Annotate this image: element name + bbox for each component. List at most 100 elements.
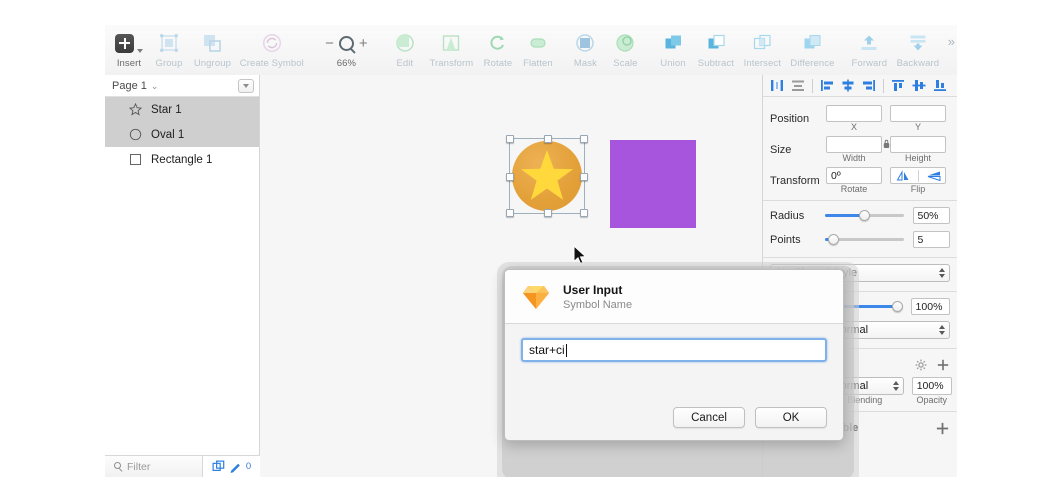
layer-item-oval-1[interactable]: Oval 1 — [105, 122, 259, 147]
backward-icon — [907, 30, 929, 56]
resize-handle-w[interactable] — [506, 173, 514, 181]
toolbar-button-ungroup[interactable]: Ungroup — [189, 30, 236, 69]
position-x-input[interactable] — [826, 105, 882, 122]
plus-icon[interactable] — [937, 359, 949, 371]
symbol-name-value: star+ci — [529, 343, 565, 357]
toolbar-button-edit[interactable]: Edit — [385, 30, 425, 69]
align-bottom-icon[interactable] — [930, 77, 950, 95]
zoom-out-icon[interactable]: − — [325, 36, 334, 51]
toolbar-label-intersect: Intersect — [744, 58, 781, 69]
toolbar-button-forward[interactable]: Forward — [847, 30, 892, 69]
page-dropdown-button[interactable] — [238, 79, 254, 93]
align-center-icon[interactable] — [838, 77, 858, 95]
resize-handle-sw[interactable] — [506, 209, 514, 217]
layer-item-star-1[interactable]: Star 1 — [105, 97, 259, 122]
toolbar-label-union: Union — [660, 58, 685, 69]
toolbar-button-mask[interactable]: Mask — [565, 30, 605, 69]
align-middle-icon[interactable] — [909, 77, 929, 95]
layer-name: Oval 1 — [151, 129, 184, 141]
star-icon — [129, 103, 142, 116]
points-slider[interactable] — [825, 234, 904, 246]
flip-vertical-icon[interactable] — [926, 170, 942, 182]
page-name-label: Page 1 — [112, 80, 147, 92]
resize-handle-s[interactable] — [544, 209, 552, 217]
resize-handle-ne[interactable] — [580, 135, 588, 143]
rotate-label: Rotate — [826, 184, 882, 194]
transform-icon — [440, 30, 462, 56]
toolbar-button-group[interactable]: Group — [149, 30, 189, 69]
sketch-diamond-icon — [521, 283, 551, 311]
size-height-input[interactable] — [890, 136, 946, 153]
opacity-value[interactable]: 100% — [911, 298, 950, 315]
toolbar-label-forward: Forward — [852, 58, 888, 69]
layer-item-rectangle-1[interactable]: Rectangle 1 — [105, 147, 259, 172]
pencil-icon[interactable] — [229, 460, 242, 473]
ok-button[interactable]: OK — [755, 407, 827, 428]
zoom-in-icon[interactable]: + — [359, 36, 368, 51]
toolbar-button-subtract[interactable]: Subtract — [693, 30, 739, 69]
create-symbol-icon — [261, 30, 283, 56]
toolbar-overflow-button[interactable]: » — [944, 30, 957, 49]
plus-icon[interactable] — [936, 422, 949, 435]
gear-icon[interactable] — [915, 359, 927, 371]
align-toolbar — [763, 75, 957, 97]
toolbar-button-rotate[interactable]: Rotate — [478, 30, 518, 69]
duplicate-icon[interactable] — [212, 460, 225, 473]
fill-opacity-input[interactable]: 100% — [912, 377, 952, 395]
dialog-body: star+ci — [505, 324, 843, 362]
user-input-dialog: User Input Symbol Name star+ci Cancel OK — [504, 269, 844, 441]
intersect-icon — [751, 30, 773, 56]
toolbar-button-scale[interactable]: Scale — [605, 30, 645, 69]
resize-handle-n[interactable] — [544, 135, 552, 143]
position-x-label: X — [826, 122, 882, 132]
position-y-input[interactable] — [890, 105, 946, 122]
toolbar-button-difference[interactable]: Difference — [786, 30, 839, 69]
canvas-shape-rectangle[interactable] — [610, 140, 696, 228]
points-label: Points — [770, 234, 825, 246]
mask-icon — [574, 30, 596, 56]
align-right-icon[interactable] — [859, 77, 879, 95]
radius-value[interactable]: 50% — [913, 207, 950, 224]
size-width-input[interactable] — [826, 136, 882, 153]
toolbar-button-backward[interactable]: Backward — [892, 30, 944, 69]
page-selector-bar[interactable]: Page 1 ⌄ — [105, 75, 259, 97]
toolbar-button-insert[interactable]: Insert — [109, 30, 149, 69]
union-icon — [662, 30, 684, 56]
resize-handle-e[interactable] — [580, 173, 588, 181]
points-value[interactable]: 5 — [913, 231, 950, 248]
distribute-vertical-icon[interactable] — [788, 77, 808, 95]
resize-handle-nw[interactable] — [506, 135, 514, 143]
toolbar-button-create-symbol[interactable]: Create Symbol — [236, 30, 308, 69]
flatten-icon — [527, 30, 549, 56]
difference-icon — [801, 30, 823, 56]
chevron-updown-icon — [893, 381, 899, 391]
lock-icon[interactable] — [883, 139, 890, 149]
rotate-icon — [487, 30, 509, 56]
resize-handle-se[interactable] — [580, 209, 588, 217]
magnifier-icon[interactable] — [339, 36, 354, 51]
dialog-subtitle: Symbol Name — [563, 299, 632, 311]
layer-name: Rectangle 1 — [151, 154, 212, 166]
cancel-button[interactable]: Cancel — [673, 407, 745, 428]
toolbar-button-union[interactable]: Union — [653, 30, 693, 69]
chevron-updown-icon — [939, 325, 945, 335]
flip-horizontal-icon[interactable] — [895, 170, 911, 182]
main-toolbar: Insert Group Ungroup — [105, 25, 957, 75]
align-left-icon[interactable] — [817, 77, 837, 95]
toolbar-button-intersect[interactable]: Intersect — [739, 30, 786, 69]
zoom-controls[interactable]: − + 66% — [315, 30, 377, 69]
ungroup-icon — [201, 30, 223, 56]
rotate-input[interactable]: 0º — [826, 167, 882, 184]
toolbar-button-flatten[interactable]: Flatten — [518, 30, 558, 69]
toolbar-button-transform[interactable]: Transform — [425, 30, 478, 69]
distribute-horizontal-icon[interactable] — [767, 77, 787, 95]
align-top-icon[interactable] — [888, 77, 908, 95]
zoom-level-label: 66% — [337, 58, 356, 69]
filter-input[interactable]: Filter — [105, 456, 202, 477]
radius-label: Radius — [770, 210, 825, 222]
size-height-label: Height — [890, 153, 946, 163]
symbol-name-input[interactable]: star+ci — [521, 338, 827, 362]
radius-slider[interactable] — [825, 210, 904, 222]
sketch-app-window: Insert Group Ungroup — [105, 25, 957, 477]
toolbar-label-create-symbol: Create Symbol — [240, 58, 304, 69]
